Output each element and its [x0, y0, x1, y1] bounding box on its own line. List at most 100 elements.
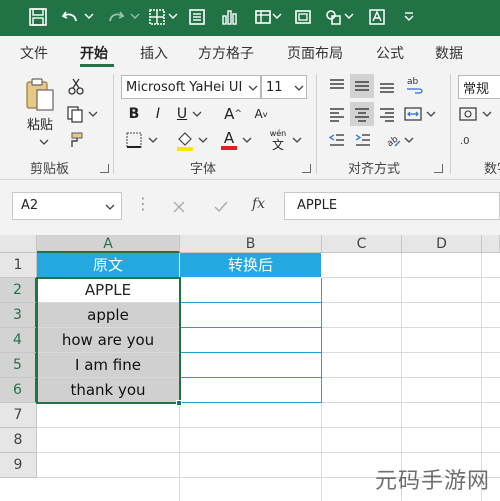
redo-icon[interactable]: [104, 5, 128, 29]
redo-dropdown-icon[interactable]: [130, 11, 140, 21]
chart-icon[interactable]: [218, 5, 240, 29]
row-header-5[interactable]: 5: [0, 353, 37, 378]
table-dropdown-icon[interactable]: [272, 11, 282, 21]
row-header-3[interactable]: 3: [0, 303, 37, 328]
paste-button-label[interactable]: 粘贴: [20, 114, 60, 133]
clipboard-launcher-icon[interactable]: [100, 164, 109, 173]
formula-input[interactable]: APPLE: [284, 192, 500, 220]
fill-color-dropdown-icon[interactable]: [198, 136, 208, 144]
paste-icon[interactable]: [20, 76, 60, 112]
bold-button[interactable]: B: [126, 104, 142, 124]
borders-icon[interactable]: [146, 5, 168, 29]
row-header-6[interactable]: 6: [0, 378, 37, 403]
row-header-7[interactable]: 7: [0, 403, 37, 428]
border-icon[interactable]: [124, 130, 144, 150]
align-left-icon[interactable]: [326, 104, 348, 124]
font-size-dropdown-icon[interactable]: [294, 84, 304, 92]
tab-file[interactable]: 文件: [20, 43, 48, 63]
row-header-2[interactable]: 2: [0, 278, 37, 303]
fill-handle[interactable]: [176, 400, 182, 406]
increase-indent-icon[interactable]: [352, 130, 374, 150]
format-painter-icon[interactable]: [64, 130, 86, 150]
align-right-icon[interactable]: [376, 104, 398, 124]
confirm-entry-icon[interactable]: [212, 198, 230, 216]
merge-dropdown-icon[interactable]: [426, 110, 436, 118]
cell-b4[interactable]: [180, 328, 322, 353]
select-all-corner[interactable]: [0, 235, 37, 253]
row-header-8[interactable]: 8: [0, 428, 37, 453]
fill-color-icon[interactable]: [174, 128, 196, 152]
column-header-partial[interactable]: [482, 235, 500, 253]
orientation-dropdown-icon[interactable]: [404, 136, 414, 144]
align-top-icon[interactable]: [326, 76, 348, 96]
row-header-4[interactable]: 4: [0, 328, 37, 353]
cancel-entry-icon[interactable]: [170, 198, 188, 216]
cut-icon[interactable]: [66, 76, 86, 96]
row-header-1[interactable]: 1: [0, 253, 37, 278]
cell-b3[interactable]: [180, 303, 322, 328]
underline-button[interactable]: U: [174, 104, 190, 124]
shapes-dropdown-icon[interactable]: [344, 11, 354, 21]
copy-dropdown-icon[interactable]: [88, 110, 98, 118]
phonetic-dropdown-icon[interactable]: [292, 136, 302, 144]
column-header-c[interactable]: C: [322, 235, 402, 253]
accounting-dropdown-icon[interactable]: [482, 110, 492, 118]
shapes-icon[interactable]: [322, 5, 344, 29]
decimal-format-icon[interactable]: .0: [458, 130, 480, 150]
align-middle-icon[interactable]: [350, 74, 374, 98]
merge-center-icon[interactable]: [402, 104, 424, 124]
cell-b5[interactable]: [180, 353, 322, 378]
alignment-group-label: 对齐方式: [348, 162, 401, 177]
align-center-icon[interactable]: [350, 102, 374, 126]
cell-a1[interactable]: 原文: [37, 253, 180, 278]
more-options-icon[interactable]: ⋮: [135, 196, 151, 212]
font-family-dropdown-icon[interactable]: [248, 84, 258, 92]
accounting-format-icon[interactable]: [458, 104, 480, 124]
row-header-9[interactable]: 9: [0, 453, 37, 478]
undo-dropdown-icon[interactable]: [84, 11, 94, 21]
font-launcher-icon[interactable]: [302, 164, 311, 173]
customize-toolbar-icon[interactable]: [404, 11, 414, 21]
phonetic-guide-button[interactable]: wén 文: [266, 128, 290, 152]
underline-dropdown-icon[interactable]: [192, 110, 202, 118]
undo-icon[interactable]: [58, 5, 82, 29]
tab-page-layout[interactable]: 页面布局: [287, 43, 343, 63]
decrease-indent-icon[interactable]: [326, 130, 348, 150]
text-box-icon[interactable]: [366, 5, 388, 29]
cell-b1[interactable]: 转换后: [180, 253, 322, 278]
column-header-d[interactable]: D: [402, 235, 482, 253]
alignment-launcher-icon[interactable]: [434, 164, 443, 173]
tab-data[interactable]: 数据: [435, 43, 463, 63]
font-size-select[interactable]: 11: [261, 75, 307, 99]
tab-home[interactable]: 开始: [80, 43, 108, 63]
borders-dropdown-icon[interactable]: [168, 11, 178, 21]
insert-function-button[interactable]: fx: [252, 196, 265, 212]
cell-b6[interactable]: [180, 378, 322, 403]
tab-insert[interactable]: 插入: [140, 43, 168, 63]
camera-icon[interactable]: [292, 5, 314, 29]
orientation-icon[interactable]: ab: [382, 130, 404, 150]
cell-b2[interactable]: [180, 278, 322, 303]
align-bottom-icon[interactable]: [376, 76, 398, 96]
column-header-a[interactable]: A: [37, 235, 180, 253]
italic-button[interactable]: I: [150, 104, 166, 124]
wrap-text-icon[interactable]: ab: [404, 74, 426, 96]
number-format-select[interactable]: 常规: [458, 75, 500, 99]
table-icon[interactable]: [252, 5, 274, 29]
name-box[interactable]: A2: [12, 192, 122, 220]
clipboard-group-label: 剪贴板: [30, 162, 70, 177]
column-header-b[interactable]: B: [180, 235, 322, 253]
name-box-dropdown-icon[interactable]: [105, 203, 115, 211]
tab-fangfang-grid[interactable]: 方方格子: [198, 43, 254, 63]
increase-font-size-button[interactable]: A ^: [224, 104, 242, 124]
form-icon[interactable]: [186, 5, 208, 29]
save-icon[interactable]: [26, 5, 50, 29]
font-color-button[interactable]: A: [218, 128, 240, 152]
decrease-font-size-button[interactable]: Av: [252, 104, 270, 124]
tab-formulas[interactable]: 公式: [376, 43, 404, 63]
copy-icon[interactable]: [64, 104, 86, 124]
font-family-select[interactable]: Microsoft YaHei UI: [121, 75, 261, 99]
paste-dropdown-icon[interactable]: [38, 138, 50, 146]
border-dropdown-icon[interactable]: [148, 136, 158, 144]
font-color-dropdown-icon[interactable]: [242, 136, 252, 144]
